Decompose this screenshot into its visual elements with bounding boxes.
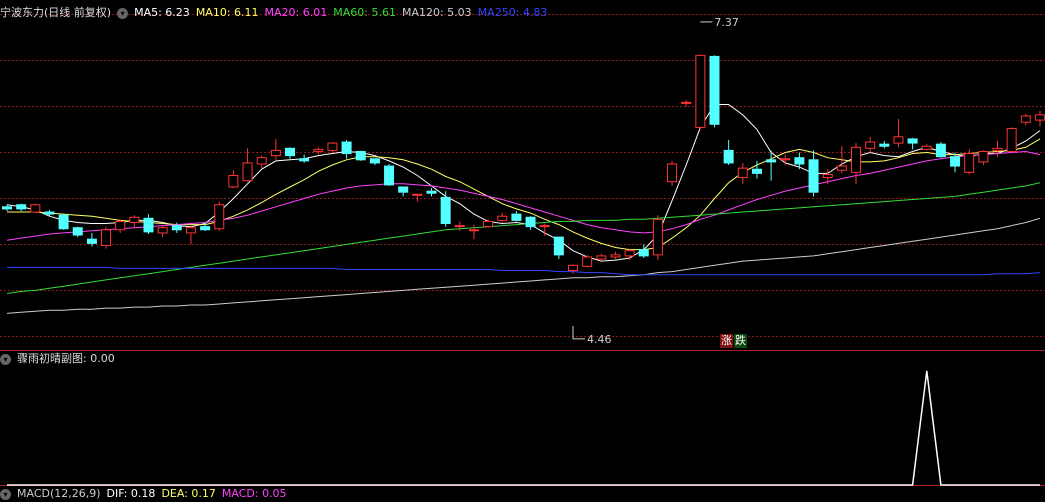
ma-labels: MA5: 6.23 MA10: 6.11 MA20: 6.01 MA60: 5.61 M… (134, 6, 553, 19)
ma-label-0: MA5: 6.23 (134, 6, 190, 19)
candle-5 (72, 226, 83, 238)
candle-13 (185, 225, 196, 245)
candle-20 (285, 147, 295, 159)
annotation-leader-1 (572, 325, 585, 340)
down-badge[interactable]: 跌 (734, 334, 747, 348)
ma-label-5: MA250: 4.83 (477, 6, 548, 19)
sub-indicator-value: : 0.00 (83, 352, 115, 365)
ma-label-3: MA60: 5.61 (333, 6, 396, 19)
candle-46 (652, 215, 663, 261)
candle-4 (58, 214, 69, 230)
candle-29 (412, 193, 423, 202)
candle-7 (101, 226, 112, 249)
candle-41 (582, 254, 593, 268)
candle-62 (879, 141, 890, 149)
candle-73 (1034, 110, 1045, 127)
candle-10 (143, 214, 154, 234)
candle-51 (723, 139, 734, 166)
candle-19 (270, 138, 281, 160)
candle-52 (737, 162, 748, 184)
ma-line-ma250 (7, 266, 1041, 276)
candle-18 (256, 155, 267, 169)
candle-8 (115, 219, 126, 233)
candle-68 (964, 149, 975, 175)
indicator-menu-icon[interactable]: ▾ (117, 7, 129, 19)
ma-line-ma20 (6, 150, 1041, 241)
candle-70 (992, 141, 1003, 157)
candle-26 (369, 158, 380, 166)
candle-23 (327, 142, 338, 153)
ma-label-2: MA20: 6.01 (264, 6, 328, 19)
ma-label-1: MA10: 6.11 (195, 6, 259, 19)
sub-chart-header: ▾ 骤雨初晴副图: 0.00 (0, 351, 121, 367)
sub-indicator-title: 骤雨初晴副图 (17, 352, 83, 365)
ma-line-ma60 (6, 182, 1041, 294)
candle-24 (341, 139, 352, 159)
candle-34 (483, 219, 494, 228)
candle-37 (525, 216, 536, 230)
candle-11 (157, 225, 168, 238)
macd-menu-icon[interactable]: ▾ (0, 488, 11, 500)
candle-39 (553, 236, 564, 260)
candle-64 (907, 137, 918, 150)
candle-71 (1006, 127, 1017, 153)
candle-1 (16, 203, 27, 211)
main-chart-header: 宁波东力(日线 前复权) ▾ MA5: 6.23 MA10: 6.11 MA20: 6.… (0, 5, 559, 21)
candle-15 (214, 201, 225, 231)
candle-57 (808, 150, 819, 197)
annotation-label-0: 7.37 (714, 16, 739, 29)
candle-36 (511, 210, 522, 222)
candle-48 (681, 100, 692, 107)
candle-69 (978, 150, 989, 166)
ma-label-4: MA120: 5.03 (401, 6, 472, 19)
candle-27 (384, 163, 395, 186)
candle-50 (709, 55, 720, 128)
candle-28 (398, 186, 409, 197)
candle-56 (794, 152, 805, 170)
stock-chart[interactable]: 7.37 4.46 (0, 0, 1045, 494)
candle-30 (426, 188, 437, 197)
candle-47 (667, 160, 678, 186)
candle-25 (355, 150, 366, 161)
candle-35 (497, 213, 508, 223)
candle-49 (695, 54, 706, 130)
candle-65 (921, 144, 932, 151)
candle-43 (610, 251, 621, 260)
candle-9 (129, 215, 140, 228)
candle-2 (30, 203, 41, 214)
sub-indicator-line (7, 370, 1040, 486)
candle-16 (228, 170, 239, 189)
chart-title: 宁波东力(日线 前复权) (0, 6, 112, 19)
candle-66 (935, 142, 946, 158)
candle-60 (851, 143, 861, 184)
candle-21 (299, 154, 310, 163)
candle-31 (440, 191, 451, 227)
candle-72 (1020, 113, 1031, 126)
candle-22 (313, 147, 324, 155)
annotation-label-1: 4.46 (587, 333, 612, 346)
macd-header: ▾ MACD(12,26,9) DIF: 0.18 DEA: 0.17 MACD: 0.… (0, 486, 299, 502)
candle-63 (893, 119, 904, 148)
candle-61 (865, 136, 876, 153)
candle-17 (242, 148, 253, 182)
candle-33 (468, 224, 479, 240)
sub-indicator-menu-icon[interactable]: ▾ (0, 353, 11, 365)
up-badge[interactable]: 涨 (720, 334, 733, 348)
ma-line-ma5 (6, 104, 1041, 262)
